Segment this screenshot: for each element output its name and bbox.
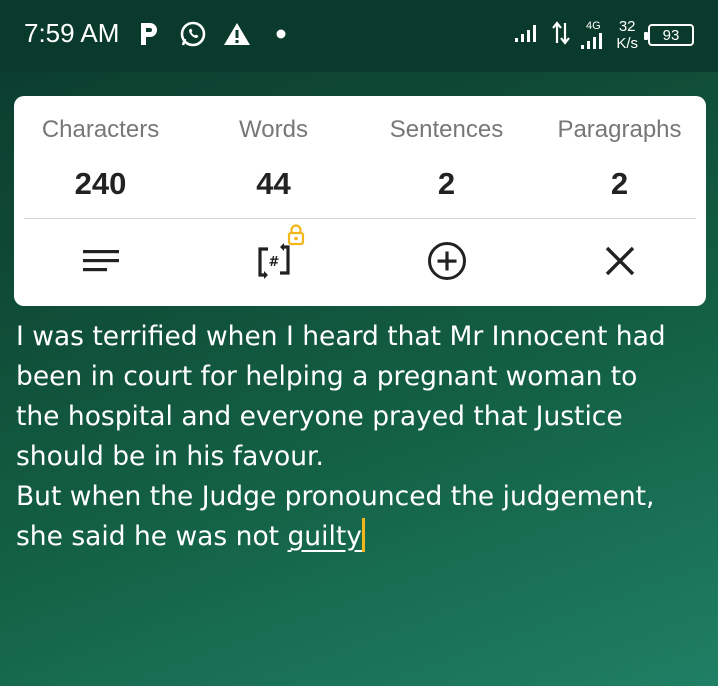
editor-line-3: the hospital and everyone prayed that Ju… <box>16 401 623 432</box>
editor-line-4: should be in his favour. <box>16 441 324 472</box>
close-icon <box>605 246 634 276</box>
hash-swap-button[interactable]: # <box>187 224 360 296</box>
stat-paragraphs-value: 2 <box>610 166 629 201</box>
stat-sentences: Sentences 2 <box>360 112 533 202</box>
card-toolbar: # <box>14 224 706 296</box>
whatsapp-icon <box>179 20 207 48</box>
stat-characters-value: 240 <box>74 166 127 201</box>
status-time: 7:59 AM <box>24 18 120 48</box>
add-circle-icon <box>427 242 466 280</box>
hash-swap-icon: # <box>257 243 290 279</box>
editor-line-1: I was terrified when I heard that Mr Inn… <box>16 321 666 352</box>
signal-icon <box>514 22 542 48</box>
stats-row: Characters 240 Words 44 Sentences 2 Para… <box>14 112 706 202</box>
close-button[interactable] <box>533 226 706 296</box>
battery-icon: 93 <box>644 24 694 46</box>
network-speed: 32 K/s <box>616 18 638 52</box>
p-icon <box>135 20 163 48</box>
editor-line-6-prefix: she said he was not <box>16 521 288 552</box>
battery-level: 93 <box>662 26 680 44</box>
stat-words-label: Words <box>239 116 308 143</box>
editor-line-6-underlined: guilty <box>287 521 362 552</box>
stat-paragraphs-label: Paragraphs <box>557 116 682 143</box>
lock-icon <box>287 224 305 246</box>
menu-button[interactable] <box>14 226 187 296</box>
signal-4g-icon: 4G <box>580 19 606 50</box>
stat-words: Words 44 <box>187 112 360 202</box>
stat-paragraphs: Paragraphs 2 <box>533 112 706 202</box>
dot-icon <box>267 20 295 48</box>
add-button[interactable] <box>360 226 533 296</box>
text-caret <box>361 518 365 552</box>
network-speed-unit: K/s <box>616 35 638 52</box>
stats-card: Characters 240 Words 44 Sentences 2 Para… <box>14 96 706 306</box>
warning-icon <box>223 20 251 48</box>
editor-line-5: But when the Judge pronounced the judgem… <box>16 481 655 512</box>
stat-characters-label: Characters <box>41 116 160 143</box>
status-bar: 7:59 AM 4G 32 K/s 93 <box>0 0 718 72</box>
network-type: 4G <box>585 19 601 32</box>
data-arrows-icon <box>552 21 571 49</box>
editor-line-2: been in court for helping a pregnant wom… <box>16 361 638 392</box>
network-speed-value: 32 <box>618 18 636 35</box>
stat-sentences-label: Sentences <box>389 116 504 143</box>
stat-words-value: 44 <box>256 166 291 201</box>
editor-text[interactable]: I was terrified when I heard that Mr Inn… <box>16 317 706 557</box>
svg-text:#: # <box>268 255 279 270</box>
status-right: 4G 32 K/s 93 <box>514 18 694 52</box>
stat-characters: Characters 240 <box>14 112 187 202</box>
card-divider <box>24 218 696 219</box>
status-left: 7:59 AM <box>24 18 295 49</box>
stat-sentences-value: 2 <box>437 166 456 201</box>
menu-lines-icon <box>82 250 119 272</box>
